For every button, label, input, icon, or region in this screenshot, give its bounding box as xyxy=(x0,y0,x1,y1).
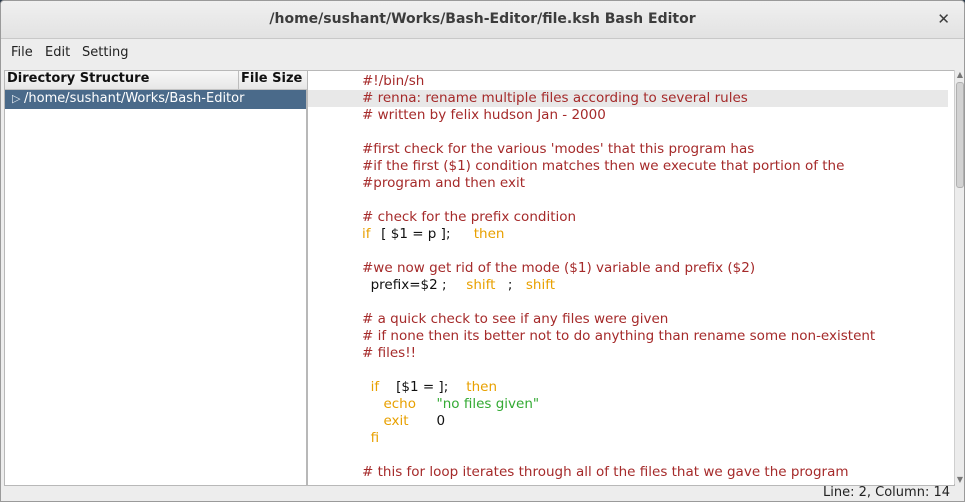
code-token: # if none then its better not to do anyt… xyxy=(362,328,876,344)
code-token: # check for the prefix condition xyxy=(362,209,577,225)
code-line[interactable]: #first check for the various 'modes' tha… xyxy=(308,141,948,158)
code-line[interactable]: #!/bin/sh xyxy=(308,73,948,90)
chevron-right-icon[interactable]: ▷ xyxy=(12,92,20,105)
code-line[interactable]: exit 0 xyxy=(308,413,948,430)
code-line[interactable] xyxy=(308,294,948,311)
scroll-down-icon[interactable]: ▼ xyxy=(955,475,964,484)
menu-file[interactable]: File xyxy=(11,45,33,60)
menu-setting[interactable]: Setting xyxy=(82,45,129,60)
code-token: prefix=$2 ; xyxy=(362,277,451,293)
editor-window: /home/sushant/Works/Bash-Editor/file.ksh… xyxy=(0,0,965,502)
code-token: shift xyxy=(466,277,496,293)
code-token: if xyxy=(362,379,380,395)
code-token: [ $1 = p ]; xyxy=(376,226,455,242)
menu-edit[interactable]: Edit xyxy=(45,45,70,60)
code-line[interactable]: # a quick check to see if any files were… xyxy=(308,311,948,328)
code-token: # written by felix hudson Jan - 2000 xyxy=(362,107,606,123)
code-line[interactable]: # files!! xyxy=(308,345,948,362)
tree-item-bash-editor[interactable]: ▷ /home/sushant/Works/Bash-Editor xyxy=(5,90,306,109)
code-token: if xyxy=(362,226,371,242)
scrollbar-thumb[interactable] xyxy=(956,82,964,188)
code-line[interactable]: #if the first ($1) condition matches the… xyxy=(308,158,948,175)
code-line[interactable] xyxy=(308,447,948,464)
code-token: #first check for the various 'modes' tha… xyxy=(362,141,755,157)
window-title: /home/sushant/Works/Bash-Editor/file.ksh… xyxy=(269,11,696,27)
title-bar[interactable]: /home/sushant/Works/Bash-Editor/file.ksh… xyxy=(1,1,964,39)
code-line[interactable]: if [ $1 = p ]; then xyxy=(308,226,948,243)
close-icon[interactable]: ✕ xyxy=(937,10,950,28)
code-token: then xyxy=(473,226,505,242)
menu-bar: File Edit Setting xyxy=(1,39,964,67)
scroll-up-icon[interactable]: ▲ xyxy=(955,70,964,79)
code-token: # a quick check to see if any files were… xyxy=(362,311,669,327)
code-token: exit xyxy=(362,413,413,429)
code-token: #we now get rid of the mode ($1) variabl… xyxy=(362,260,756,276)
directory-structure-header[interactable]: Directory Structure xyxy=(5,71,238,90)
code-line[interactable]: # check for the prefix condition xyxy=(308,209,948,226)
code-token: [$1 = ]; xyxy=(391,379,453,395)
code-line[interactable]: # this for loop iterates through all of … xyxy=(308,464,948,481)
code-line[interactable]: #we now get rid of the mode ($1) variabl… xyxy=(308,260,948,277)
code-line[interactable]: # renna: rename multiple files according… xyxy=(308,90,948,107)
code-token: # files!! xyxy=(362,345,417,361)
code-line[interactable] xyxy=(308,362,948,379)
code-editor[interactable]: #!/bin/sh # renna: rename multiple files … xyxy=(307,70,955,486)
tree-item-label: /home/sushant/Works/Bash-Editor xyxy=(24,91,245,106)
code-token: # renna: rename multiple files according… xyxy=(362,90,748,106)
code-token: #program and then exit xyxy=(362,175,526,191)
code-token: shift xyxy=(525,277,556,293)
file-size-header[interactable]: File Size xyxy=(238,71,309,90)
code-token: ; xyxy=(503,277,517,293)
cursor-position-status: Line: 2, Column: 14 xyxy=(823,485,950,500)
code-token: 0 xyxy=(436,413,446,429)
code-token: fi xyxy=(362,430,380,446)
code-token: echo xyxy=(362,396,421,412)
code-line[interactable]: if [$1 = ]; then xyxy=(308,379,948,396)
code-line[interactable] xyxy=(308,243,948,260)
code-token: #if the first ($1) condition matches the… xyxy=(362,158,845,174)
code-line[interactable]: # if none then its better not to do anyt… xyxy=(308,328,948,345)
code-line[interactable] xyxy=(308,192,948,209)
code-line[interactable]: # written by felix hudson Jan - 2000 xyxy=(308,107,948,124)
vertical-scrollbar[interactable]: ▲ ▼ xyxy=(954,70,964,484)
code-token: then xyxy=(466,379,498,395)
directory-panel: Directory Structure File Size ▷ /home/su… xyxy=(4,70,309,486)
code-line[interactable]: #program and then exit xyxy=(308,175,948,192)
code-token: #!/bin/sh xyxy=(362,73,425,89)
code-line[interactable]: fi xyxy=(308,430,948,447)
code-line[interactable] xyxy=(308,124,948,141)
code-line[interactable]: prefix=$2 ; shift ; shift xyxy=(308,277,948,294)
code-line[interactable]: echo "no files given" xyxy=(308,396,948,413)
status-bar: Line: 2, Column: 14 xyxy=(1,485,964,501)
code-token: # this for loop iterates through all of … xyxy=(362,464,849,480)
code-token: "no files given" xyxy=(436,396,540,412)
